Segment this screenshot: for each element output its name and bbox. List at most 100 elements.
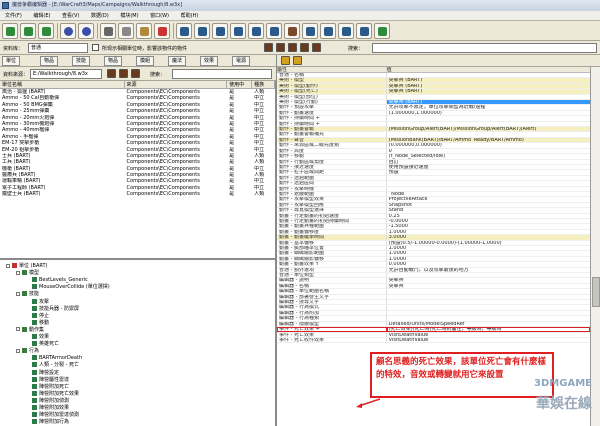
modules-button[interactable] [320, 23, 336, 39]
tree-node[interactable]: 陣營設定 [26, 369, 59, 377]
property-filter-icon[interactable] [293, 56, 302, 65]
tab-units[interactable]: 單位 [2, 56, 21, 66]
table-row[interactable]: 鐵壁士兵 (BART) Components\EC\Components 是 人類 [0, 191, 275, 197]
tab-items-2[interactable]: 物品 [104, 56, 123, 66]
property-value[interactable]: Stand [387, 208, 590, 212]
property-value[interactable]: (MissionBank(BART)/BART/Ammo_Ready/BART/… [386, 137, 590, 143]
property-value[interactable]: 預設 [387, 170, 590, 174]
property-row[interactable]: 事件 - 死亡收件效果 VisitDeathValue [277, 337, 590, 344]
tab-magic[interactable]: 魔法 [168, 56, 187, 66]
open-file-button[interactable] [20, 23, 36, 39]
data-source-combo[interactable]: E:/Walkthrough/8.w3x [30, 69, 102, 79]
show-related-checkbox[interactable] [92, 44, 99, 51]
property-value[interactable]: (0.000000,0.000000) [387, 143, 590, 147]
property-value[interactable]: (MissionGroup/Alert(BART)/MissionGroup/A… [386, 127, 590, 132]
property-value[interactable]: ProjectileAttack [387, 197, 590, 201]
property-value[interactable] [387, 187, 590, 191]
property-value[interactable] [387, 116, 590, 120]
tab-models[interactable]: 模組 [136, 56, 155, 66]
object-icon[interactable] [264, 43, 273, 52]
tree-node[interactable]: 技能兵器 - 防禦屏 [26, 305, 79, 313]
property-value[interactable] [387, 95, 590, 99]
property-value[interactable]: 1.0000 [387, 257, 590, 261]
property-value[interactable]: 自訂 [387, 160, 590, 164]
property-value[interactable]: 突擊兵 (BART) [386, 83, 590, 89]
object-icon[interactable] [300, 43, 309, 52]
test-map-button[interactable] [356, 23, 372, 39]
regions-button[interactable] [230, 23, 246, 39]
view-toggle-icon[interactable] [119, 69, 128, 78]
tab-effects[interactable]: 效果 [200, 56, 219, 66]
expand-toggle-icon[interactable] [6, 263, 10, 268]
tab-abilities[interactable]: 技能 [72, 56, 91, 66]
property-value[interactable]: Detailed/Units/ModelSpeedRef [387, 322, 590, 326]
property-value[interactable]: -0.0000 [387, 219, 590, 223]
cut-button[interactable] [100, 23, 116, 39]
property-value[interactable] [387, 305, 590, 309]
property-value[interactable] [387, 132, 590, 136]
expand-toggle-icon[interactable] [16, 270, 20, 275]
expand-toggle-icon[interactable] [16, 348, 20, 353]
property-value[interactable] [387, 311, 590, 315]
delete-button[interactable] [154, 23, 170, 39]
data-button[interactable] [338, 23, 354, 39]
units-button[interactable] [194, 23, 210, 39]
property-value[interactable]: 1.0000 [387, 251, 590, 255]
column-header[interactable]: 種族 [252, 81, 275, 88]
view-toggle-icon[interactable] [107, 69, 116, 78]
tree-node[interactable]: 人類 - 分裂 - 死亡 [26, 362, 79, 369]
menu-item-module[interactable]: 模块(M) [115, 11, 143, 20]
property-value[interactable]: (預設)0.5/-1.00000-0.0000)-(1.00000-1.0000… [387, 241, 590, 245]
property-value[interactable]: Snapshot [387, 203, 590, 207]
copy-button[interactable] [118, 23, 134, 39]
tree-node[interactable]: 單位 (BART) [6, 263, 48, 270]
menu-item-file[interactable]: 文件(F) [0, 11, 27, 20]
menu-item-edit[interactable]: 编辑(E) [28, 11, 55, 20]
terrain-button[interactable] [176, 23, 192, 39]
property-value[interactable] [387, 295, 590, 299]
property-value[interactable]: 允許攻擊不限定，單位攻擊類型為近戰/遠程 [387, 105, 590, 109]
expand-toggle-icon[interactable] [16, 291, 20, 296]
tree-node[interactable]: 陣營附加偵測 [26, 397, 69, 405]
property-value[interactable]: 0.0000 [387, 262, 590, 266]
column-header[interactable]: 單位名稱 [0, 81, 125, 88]
property-value[interactable]: 0.25 [387, 214, 590, 218]
filter-input[interactable] [172, 69, 272, 79]
redo-button[interactable] [78, 23, 94, 39]
tree-node[interactable]: 陣營屬性雷達 [26, 376, 69, 384]
property-value[interactable] [387, 316, 590, 320]
property-value[interactable]: 1.0000 [387, 230, 590, 234]
tree-node[interactable]: 陣營附加行為 [26, 419, 69, 426]
points-button[interactable] [284, 23, 300, 39]
property-value[interactable]: 突擊兵 (BART) [386, 89, 590, 94]
cameras-button[interactable] [248, 23, 264, 39]
property-value[interactable]: VisitDeathValue [387, 338, 590, 342]
menu-item-view[interactable]: 查看(V) [57, 11, 84, 20]
doodads-button[interactable] [212, 23, 228, 39]
view-toggle-icon[interactable] [131, 69, 140, 78]
property-value[interactable]: (1.000000,1.000000) [387, 111, 590, 115]
tab-items[interactable]: 物品 [40, 56, 59, 66]
undo-button[interactable] [60, 23, 76, 39]
property-value[interactable]: 1.0000 [387, 246, 590, 250]
property-value[interactable]: -1.5000 [387, 224, 590, 228]
launch-button[interactable] [374, 23, 390, 39]
column-header[interactable]: 來源 [125, 81, 228, 88]
tab-power[interactable]: 電源 [232, 56, 251, 66]
property-value[interactable] [387, 273, 590, 277]
library-combo[interactable]: 普通 [28, 43, 88, 53]
object-icon[interactable] [312, 43, 321, 52]
property-value[interactable] [387, 289, 590, 293]
expand-toggle-icon[interactable] [16, 327, 20, 332]
object-icon[interactable] [276, 43, 285, 52]
tree-node[interactable]: 攻擊 [26, 298, 49, 306]
property-value[interactable]: (死亡效果)(死亡時)死亡時的屬性，等級時，等級時 [386, 327, 590, 332]
property-value[interactable] [387, 73, 590, 77]
property-value[interactable]: 使用預設接近速度 [387, 165, 590, 169]
tree-node[interactable]: 移動 [26, 319, 49, 327]
property-value[interactable]: 0 [387, 149, 590, 153]
property-value[interactable]: 突擊兵 (BART) [386, 78, 590, 83]
tree-node[interactable]: 行為 [16, 348, 39, 355]
property-value[interactable] [387, 176, 590, 180]
property-value[interactable] [387, 122, 590, 126]
